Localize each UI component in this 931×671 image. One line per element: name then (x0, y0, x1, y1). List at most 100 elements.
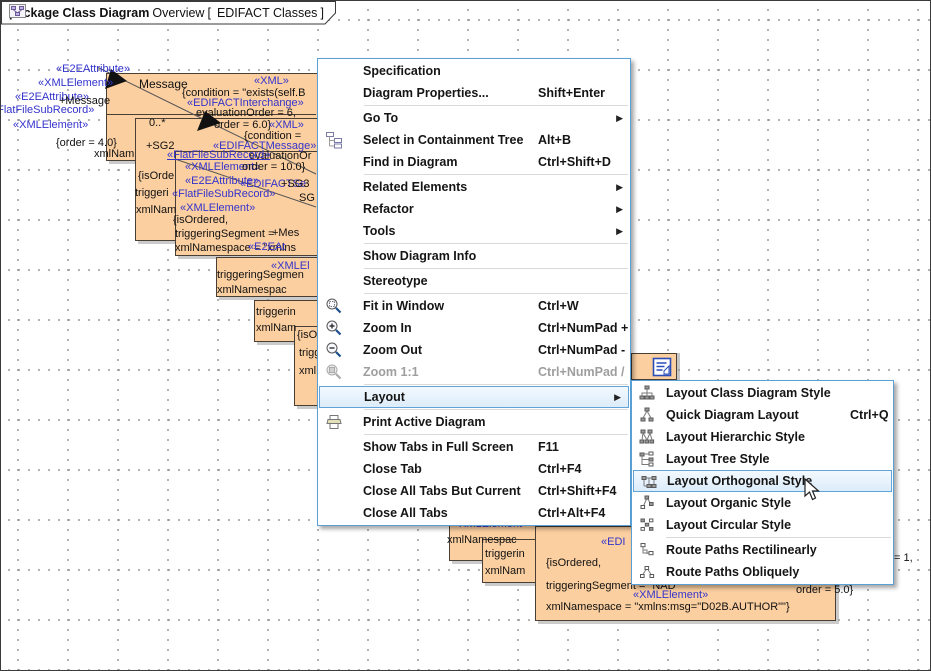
menu-item-layout[interactable]: Layout ▶ (319, 386, 629, 408)
diagram-label: triggerin (256, 306, 296, 318)
diagram-label: {isOrde (138, 170, 174, 182)
menu-item-zoom-1-1[interactable]: Zoom 1:1 Ctrl+NumPad / (318, 361, 630, 383)
menu-item-tools[interactable]: Tools ▶ (318, 220, 630, 242)
menu-item-close-all-tabs[interactable]: Close All Tabs Ctrl+Alt+F4 (318, 502, 630, 524)
class-box-fragment[interactable] (631, 353, 677, 380)
submenu-item-layout-organic-style[interactable]: Layout Organic Style (632, 492, 893, 514)
menu-item-fit-in-window[interactable]: Fit in Window Ctrl+W (318, 295, 630, 317)
diagram-label: triggeringSegmen (217, 269, 304, 281)
diagram-label: xmlNam (94, 148, 134, 160)
submenu-item-route-paths-rectilinearly[interactable]: Route Paths Rectilinearly (632, 539, 893, 561)
diagram-label: «XMLElement» (180, 202, 255, 214)
menu-item-show-diagram-info[interactable]: Show Diagram Info (318, 245, 630, 267)
diagram-label: «XMLElement» (13, 119, 88, 131)
frame-bracket-open: [ (207, 6, 210, 20)
frame-package-name: Overview (152, 6, 204, 20)
submenu-arrow-icon: ▶ (614, 392, 621, 403)
diagram-label: xmlNamespac (447, 534, 517, 546)
submenu-item-layout-circular-style[interactable]: Layout Circular Style (632, 514, 893, 536)
menu-separator (364, 174, 628, 175)
containment-tree-icon (325, 131, 343, 149)
diagram-label: «E2EAttribute» (56, 63, 130, 75)
diagram-label: Message (139, 78, 188, 90)
menu-item-related-elements[interactable]: Related Elements ▶ (318, 176, 630, 198)
menu-item-refactor[interactable]: Refactor ▶ (318, 198, 630, 220)
submenu-arrow-icon: ▶ (616, 226, 623, 237)
tree-layout-icon (639, 451, 655, 467)
submenu-item-layout-tree-style[interactable]: Layout Tree Style (632, 448, 893, 470)
submenu-arrow-icon: ▶ (616, 182, 623, 193)
menu-item-close-all-tabs-but-current[interactable]: Close All Tabs But Current Ctrl+Shift+F4 (318, 480, 630, 502)
menu-item-go-to[interactable]: Go To ▶ (318, 107, 630, 129)
menu-item-specification[interactable]: Specification (318, 60, 630, 82)
diagram-frame-tab: package Class Diagram Overview [ EDIFACT… (1, 1, 341, 25)
menu-separator (666, 537, 891, 538)
menu-item-zoom-in[interactable]: Zoom In Ctrl+NumPad + (318, 317, 630, 339)
hierarchic-layout-icon (639, 429, 655, 445)
diagram-label: order = 10.0} (242, 161, 305, 173)
diagram-label: xmlNam (256, 322, 296, 334)
diagram-label: order = 5.0} (796, 584, 853, 596)
submenu-item-route-paths-obliquely[interactable]: Route Paths Obliquely (632, 561, 893, 583)
layout-class-diagram-icon (639, 385, 655, 401)
menu-separator (364, 105, 628, 106)
diagram-label: «XML» (254, 75, 289, 87)
menu-item-close-tab[interactable]: Close Tab Ctrl+F4 (318, 458, 630, 480)
diagram-label: 0..* (149, 117, 166, 129)
menu-item-print-active-diagram[interactable]: Print Active Diagram (318, 411, 630, 433)
diagram-label: xmlNam (485, 565, 525, 577)
diagram-label: SG (299, 192, 315, 204)
fit-in-window-icon (325, 297, 343, 315)
quick-layout-icon (639, 407, 655, 423)
menu-item-find-in-diagram[interactable]: Find in Diagram Ctrl+Shift+D (318, 151, 630, 173)
diagram-label: evaluationOrder = 6, (196, 107, 296, 119)
zoom-out-icon (325, 341, 343, 359)
diagram-canvas[interactable]: package Class Diagram Overview [ EDIFACT… (0, 0, 931, 671)
diagram-label: xmlNamespac (217, 284, 287, 296)
diagram-label: +Mes (272, 227, 299, 239)
submenu-arrow-icon: ▶ (616, 113, 623, 124)
diagram-label: triggerin (485, 548, 525, 560)
diagram-label: «FlatFileSubRecord» (0, 104, 94, 116)
frame-bracket-close: ] (320, 6, 323, 20)
diagram-label: «E2EAt (248, 241, 285, 253)
diagram-label: «EDI (601, 536, 625, 548)
frame-diagram-name: EDIFACT Classes (217, 6, 318, 20)
diagram-label: xml (299, 365, 316, 377)
submenu-item-quick-diagram-layout[interactable]: Quick Diagram Layout Ctrl+Q (632, 404, 893, 426)
diagram-label: = 1, (894, 552, 913, 564)
orthogonal-layout-icon (641, 474, 657, 490)
menu-separator (364, 409, 628, 410)
diagram-label: {isOrdered, (546, 557, 601, 569)
route-oblique-icon (639, 564, 655, 580)
printer-icon (325, 413, 343, 431)
diagram-label: «FlatFileSubRecord» (172, 188, 275, 200)
frame-keyword: package Class Diagram (9, 6, 149, 20)
diagram-label: xmlNam (136, 204, 176, 216)
menu-item-diagram-properties[interactable]: Diagram Properties... Shift+Enter (318, 82, 630, 104)
diagram-label: triggeri (135, 187, 169, 199)
organic-layout-icon (639, 495, 655, 511)
zoom-1-1-icon (325, 363, 343, 381)
diagram-label: «XMLElement» (38, 77, 113, 89)
submenu-item-layout-orthogonal-style[interactable]: Layout Orthogonal Style (633, 470, 892, 492)
layout-submenu: Layout Class Diagram Style Quick Diagram… (631, 380, 894, 585)
diagram-label: «XMLElement» (633, 589, 708, 601)
context-menu: Specification Diagram Properties... Shif… (317, 58, 631, 526)
zoom-in-icon (325, 319, 343, 337)
submenu-item-layout-class-diagram-style[interactable]: Layout Class Diagram Style (632, 382, 893, 404)
diagram-note-icon (652, 357, 673, 378)
menu-item-select-in-containment-tree[interactable]: Select in Containment Tree Alt+B (318, 129, 630, 151)
submenu-item-layout-hierarchic-style[interactable]: Layout Hierarchic Style (632, 426, 893, 448)
menu-item-show-tabs-in-full-screen[interactable]: Show Tabs in Full Screen F11 (318, 436, 630, 458)
diagram-label: xmlNamespace = "xmlns:msg="D02B.AUTHOR""… (546, 601, 790, 613)
menu-separator (364, 243, 628, 244)
menu-separator (364, 293, 628, 294)
menu-item-zoom-out[interactable]: Zoom Out Ctrl+NumPad - (318, 339, 630, 361)
route-rectilinear-icon (639, 542, 655, 558)
diagram-label: triggeringSegment = (175, 228, 274, 240)
submenu-arrow-icon: ▶ (616, 204, 623, 215)
diagram-label: «FlatFileSubRecord» (167, 149, 270, 161)
menu-separator (364, 434, 628, 435)
menu-item-stereotype[interactable]: Stereotype (318, 270, 630, 292)
